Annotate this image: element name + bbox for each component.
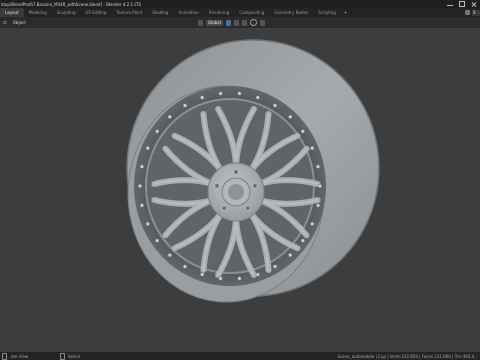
- rim-bolt: [218, 276, 223, 281]
- rim-bolt: [167, 114, 172, 119]
- status-select-label: Select: [68, 353, 81, 359]
- mouse-icon: [2, 352, 7, 360]
- center-cap: [228, 184, 244, 200]
- snap-settings-icon[interactable]: [241, 19, 247, 26]
- rim-bolt: [139, 203, 145, 208]
- scene-selector[interactable]: S: [472, 9, 480, 16]
- lug-hole: [245, 205, 251, 211]
- wheel-model: [126, 39, 380, 303]
- add-workspace-button[interactable]: +: [341, 8, 350, 17]
- rim-bolt: [288, 253, 293, 258]
- tab-texture-paint[interactable]: Texture Paint: [111, 8, 147, 17]
- rim-bolt: [145, 221, 150, 226]
- rim-bolt: [167, 253, 172, 258]
- lug-hole: [221, 205, 227, 211]
- maximize-icon[interactable]: [459, 1, 465, 7]
- rim-bolt: [182, 264, 188, 269]
- rim-bolt: [315, 164, 321, 169]
- proportional-editing-icon[interactable]: [249, 19, 257, 26]
- status-action-label: ate View: [11, 353, 29, 359]
- rim-bolt: [237, 91, 242, 96]
- rim-bolt: [255, 272, 260, 277]
- minimize-icon[interactable]: [447, 1, 453, 7]
- rim-bolt: [317, 183, 323, 189]
- tab-geometry-nodes[interactable]: Geometry Nodes: [269, 8, 313, 17]
- rim-bolt: [218, 91, 223, 96]
- tab-shading[interactable]: Shading: [147, 8, 173, 17]
- window-title: ktop\BlendProd\7.Bassani_M54R_withScene.…: [1, 1, 142, 7]
- lug-hole: [214, 183, 220, 189]
- workspace-tabs-bar: Layout Modeling Sculpting UV Editing Texture…: [0, 8, 480, 17]
- rim-bolt: [300, 129, 305, 134]
- tab-sculpting[interactable]: Sculpting: [52, 8, 81, 17]
- scene-statistics: Scene_automobile | Cup | Verts:232,859 |…: [337, 353, 478, 359]
- rim-bolt: [182, 103, 188, 108]
- snap-icon[interactable]: [233, 19, 239, 26]
- viewport-header: ct Object Global: [0, 17, 480, 28]
- lug-hole: [252, 183, 258, 189]
- rim-bolt: [300, 238, 305, 243]
- rim-bolt: [310, 221, 315, 226]
- tab-rendering[interactable]: Rendering: [204, 8, 234, 17]
- rim-bolt: [255, 95, 260, 100]
- menu-select[interactable]: ct: [0, 20, 10, 25]
- transform-orientation-dropdown[interactable]: Global: [206, 19, 223, 26]
- rim-bolt: [237, 276, 242, 281]
- rim-bolt: [200, 95, 205, 100]
- rim-bolt: [137, 183, 143, 189]
- menu-object[interactable]: Object: [10, 20, 29, 25]
- status-bar: ate View Select Scene_automobile | Cup |…: [0, 352, 480, 360]
- close-icon[interactable]: [471, 1, 477, 7]
- tab-scripting[interactable]: Scripting: [313, 8, 341, 17]
- title-bar: ktop\BlendProd\7.Bassani_M54R_withScene.…: [0, 0, 480, 8]
- rim-bolt: [315, 203, 321, 208]
- tab-layout[interactable]: Layout: [0, 8, 24, 17]
- rim-bolt: [200, 272, 205, 277]
- rim-bolt: [272, 103, 278, 108]
- mouse-select-icon: [60, 352, 65, 360]
- rim-bolt: [139, 164, 145, 169]
- rim-bolt: [155, 129, 160, 134]
- rim-bolt: [310, 146, 315, 151]
- transform-orientation-icon[interactable]: [198, 19, 203, 26]
- proportional-falloff-icon[interactable]: [259, 19, 265, 26]
- rim-bolt: [145, 146, 150, 151]
- rim-bolt: [155, 238, 160, 243]
- tab-compositing[interactable]: Compositing: [234, 8, 269, 17]
- 3d-viewport[interactable]: [0, 28, 480, 352]
- tab-modeling[interactable]: Modeling: [24, 8, 52, 17]
- rim-bolt: [288, 114, 293, 119]
- tab-uv-editing[interactable]: UV Editing: [81, 8, 112, 17]
- lug-hole: [233, 169, 239, 175]
- pivot-point-icon[interactable]: [225, 19, 231, 26]
- tab-animation[interactable]: Animation: [173, 8, 203, 17]
- scene-icon[interactable]: [465, 10, 470, 15]
- rim-bolt: [272, 264, 278, 269]
